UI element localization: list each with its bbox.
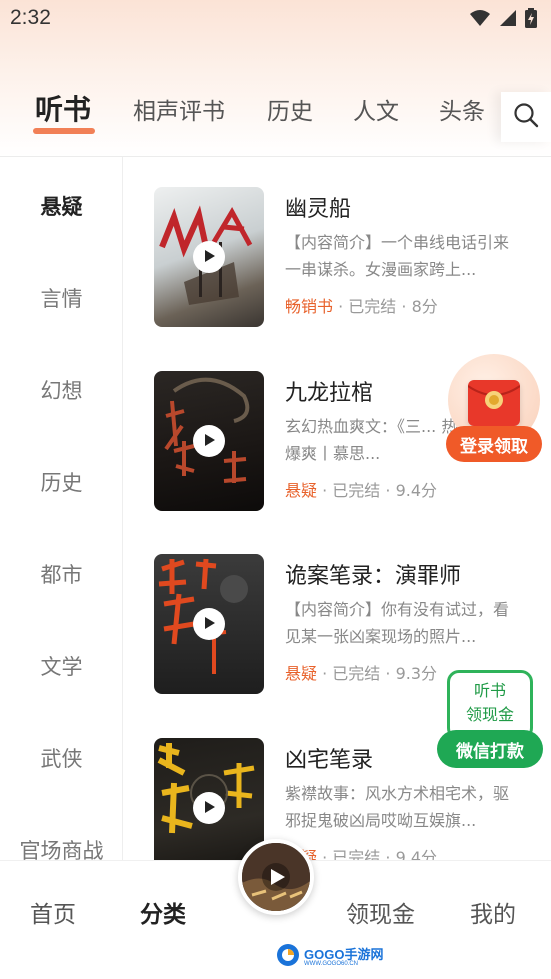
play-button[interactable]: [193, 608, 225, 640]
watermark-logo-icon: [276, 943, 300, 971]
book-status: 已完结: [332, 664, 381, 683]
book-tag: 悬疑: [285, 664, 318, 683]
play-icon: [202, 432, 216, 451]
sidebar-item-history[interactable]: 历史: [0, 467, 122, 497]
book-title: 幽灵船: [285, 197, 352, 222]
search-icon: [513, 102, 539, 132]
book-status: 已完结: [332, 848, 381, 860]
book-tag: 悬疑: [285, 481, 318, 500]
status-icons: [469, 8, 537, 32]
nav-profile[interactable]: 我的: [470, 895, 516, 929]
search-button[interactable]: [501, 92, 551, 142]
book-meta: 悬疑 · 已完结 · 9.3分: [285, 660, 437, 684]
book-description: 【内容简介】你有没有试过，看见某一张凶案现场的照片...: [285, 600, 510, 646]
login-claim-button[interactable]: 登录领取: [446, 426, 542, 462]
play-button[interactable]: [193, 241, 225, 273]
tab-listen-books[interactable]: 听书: [35, 88, 91, 128]
sidebar-item-suspense[interactable]: 悬疑: [0, 191, 122, 221]
tab-headlines[interactable]: 头条: [439, 92, 485, 126]
book-card[interactable]: 幽灵船 【内容简介】一个串线电话引来一串谋杀。女漫画家跨上... 畅销书 · 已…: [154, 187, 551, 327]
nav-category[interactable]: 分类: [140, 895, 186, 929]
sidebar-item-officialdom[interactable]: 官场商战: [0, 835, 122, 860]
wifi-icon: [469, 9, 491, 31]
meta-separator: ·: [317, 664, 333, 683]
book-status: 已完结: [348, 297, 397, 316]
cash-line-2: 领现金: [465, 705, 514, 724]
tab-crosstalk[interactable]: 相声评书: [133, 92, 225, 126]
status-bar: 2:32: [0, 0, 551, 40]
book-title: 九龙拉棺: [285, 381, 374, 406]
book-cover[interactable]: [154, 371, 264, 511]
meta-separator: ·: [380, 664, 396, 683]
play-icon: [202, 615, 216, 634]
book-title: 诡案笔录：演罪师: [285, 564, 462, 589]
login-redpack-widget[interactable]: 登录领取: [446, 354, 542, 464]
tab-humanities[interactable]: 人文: [353, 92, 399, 126]
sidebar-item-urban[interactable]: 都市: [0, 559, 122, 589]
book-description: 紫襟故事：风水方术相宅术，驱邪捉鬼破凶局哎呦互娱旗...: [285, 784, 510, 830]
genre-sidebar: 悬疑 言情 幻想 历史 都市 文学 武侠 官场商战: [0, 157, 123, 860]
signal-icon: [499, 9, 517, 31]
book-description: 【内容简介】一个串线电话引来一串谋杀。女漫画家跨上...: [285, 233, 510, 279]
book-score: 9.3分: [395, 664, 438, 683]
tab-history[interactable]: 历史: [267, 92, 313, 126]
sidebar-item-literature[interactable]: 文学: [0, 651, 122, 681]
meta-separator: ·: [317, 481, 333, 500]
book-meta: 畅销书 · 已完结 · 8分: [285, 293, 438, 317]
play-icon: [202, 248, 216, 267]
meta-separator: ·: [380, 848, 396, 860]
meta-separator: ·: [317, 848, 333, 860]
now-playing-disc[interactable]: [238, 839, 314, 915]
meta-separator: ·: [396, 297, 412, 316]
book-score: 8分: [411, 297, 438, 316]
sidebar-item-fantasy[interactable]: 幻想: [0, 375, 122, 405]
cash-line-1: 听书: [473, 681, 506, 700]
watermark: GOGO手游网 WWW.GOGO60.CN: [276, 943, 383, 971]
watermark-text: GOGO手游网: [304, 946, 384, 962]
wechat-payout-button[interactable]: 微信打款: [437, 730, 543, 768]
battery-icon: [525, 8, 537, 32]
book-tag: 畅销书: [285, 297, 334, 316]
active-tab-indicator: [33, 128, 95, 134]
play-icon: [202, 799, 216, 818]
status-time: 2:32: [10, 6, 51, 29]
book-cover[interactable]: [154, 554, 264, 694]
book-score: 9.4分: [395, 848, 438, 860]
book-score: 9.4分: [395, 481, 438, 500]
meta-separator: ·: [380, 481, 396, 500]
red-envelope-icon: [468, 380, 520, 426]
sidebar-item-wuxia[interactable]: 武侠: [0, 743, 122, 773]
cash-reward-widget[interactable]: 听书 领现金 微信打款: [437, 670, 543, 770]
book-cover[interactable]: [154, 738, 264, 860]
category-tabs: 听书 相声评书 历史 人文 头条: [0, 92, 500, 142]
nav-earn-cash[interactable]: 领现金: [346, 895, 415, 929]
nav-home[interactable]: 首页: [30, 895, 76, 929]
play-button[interactable]: [193, 425, 225, 457]
book-title: 凶宅笔录: [285, 748, 374, 773]
book-status: 已完结: [332, 481, 381, 500]
book-cover[interactable]: [154, 187, 264, 327]
bottom-nav: 首页 分类 领现金 我的 GOGO手游网 WWW.GOGO60.CN: [0, 839, 551, 979]
watermark-text-group: GOGO手游网 WWW.GOGO60.CN: [304, 948, 383, 967]
play-button[interactable]: [193, 792, 225, 824]
meta-separator: ·: [333, 297, 349, 316]
sidebar-item-romance[interactable]: 言情: [0, 283, 122, 313]
book-meta: 悬疑 · 已完结 · 9.4分: [285, 477, 437, 501]
